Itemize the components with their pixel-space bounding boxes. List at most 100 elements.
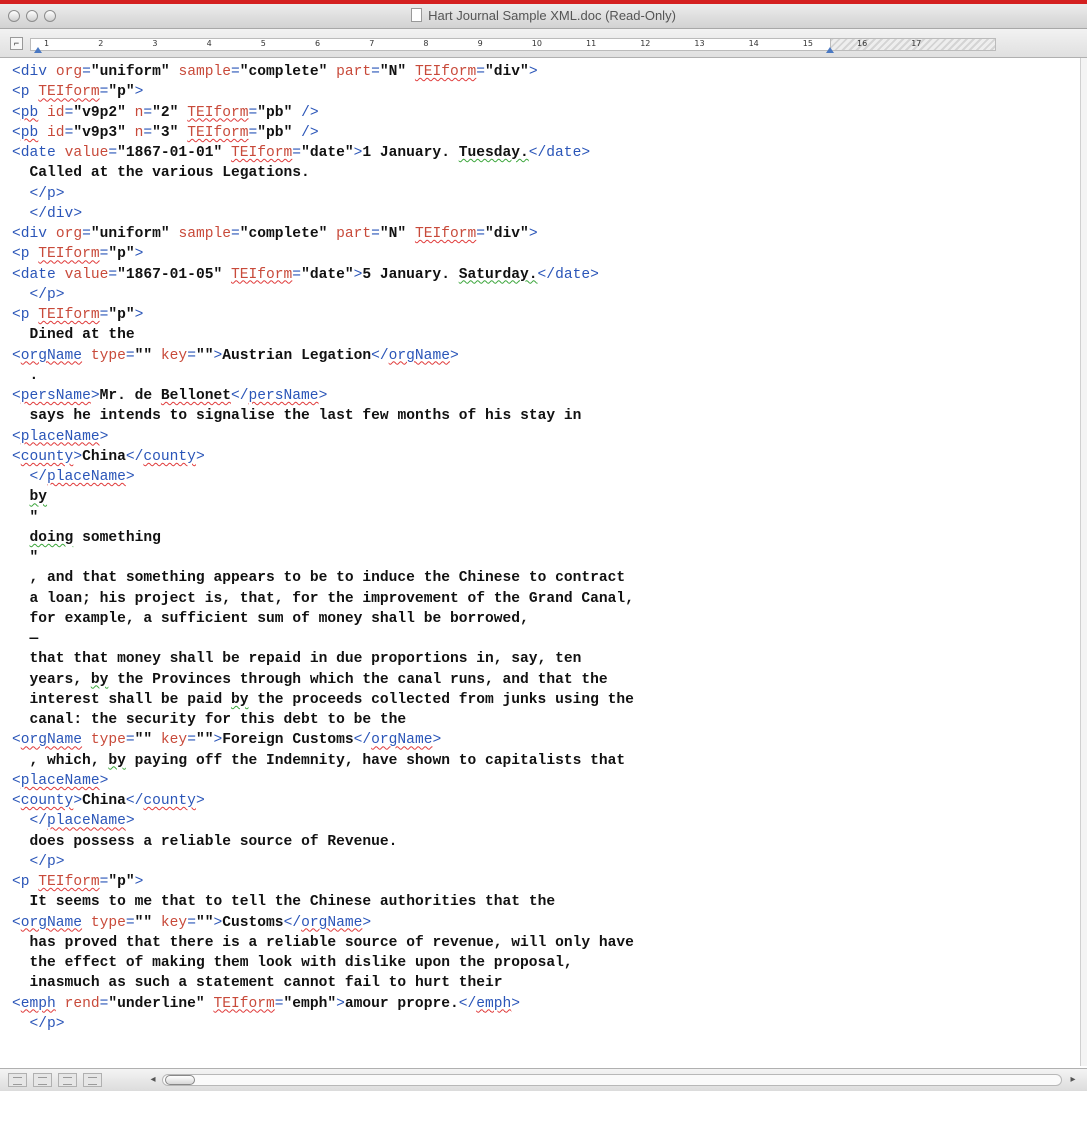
document-line[interactable]: </p> xyxy=(12,1014,1072,1034)
document-line[interactable]: <county>China</county> xyxy=(12,447,1072,467)
document-line[interactable]: <placeName> xyxy=(12,427,1072,447)
document-text: a xyxy=(248,934,258,951)
document-line[interactable]: , which, by paying off the Indemnity, ha… xyxy=(12,751,1072,771)
document-line[interactable]: years, by the Provinces through which th… xyxy=(12,670,1072,690)
document-line[interactable]: <p TEIform="p"> xyxy=(12,82,1072,102)
document-line[interactable]: <persName>Mr. de Bellonet</persName> xyxy=(12,386,1072,406)
document-text: hurt xyxy=(414,975,450,992)
draft-view-button[interactable] xyxy=(8,1073,27,1087)
document-line[interactable]: It seems to me that to tell the Chinese … xyxy=(12,892,1072,912)
document-line[interactable]: has proved that there is a reliable sour… xyxy=(12,933,1072,953)
right-indent-marker[interactable] xyxy=(826,47,834,53)
document-line[interactable]: </div> xyxy=(12,204,1072,224)
ruler[interactable]: ⌐ 1 2 3 4 5 6 7 8 9 10 11 12 13 14 15 16 17 xyxy=(0,29,1087,58)
left-indent-marker[interactable] xyxy=(34,47,42,53)
document-line[interactable]: </p> xyxy=(12,852,1072,872)
document-line[interactable]: </placeName> xyxy=(12,811,1072,831)
document-line[interactable]: <div org="uniform" sample="complete" par… xyxy=(12,224,1072,244)
document-text: collected xyxy=(371,691,450,708)
document-line[interactable]: <date value="1867-01-05" TEIform="date">… xyxy=(12,265,1072,285)
document-line[interactable]: <emph rend="underline" TEIform="emph">am… xyxy=(12,994,1072,1014)
xml-tag: < xyxy=(12,145,21,161)
document-line[interactable]: " xyxy=(12,548,1072,568)
xml-attr-value: "div" xyxy=(485,64,529,80)
document-line[interactable]: the effect of making them look with disl… xyxy=(12,953,1072,973)
document-line[interactable]: Called at the various Legations. xyxy=(12,163,1072,183)
vertical-scrollbar[interactable] xyxy=(1080,58,1087,1066)
document-text: last xyxy=(318,408,354,425)
ruler-number: 16 xyxy=(857,39,868,48)
document-line[interactable]: a loan; his project is, that, for the im… xyxy=(12,589,1072,609)
document-text xyxy=(292,955,301,971)
document-line[interactable]: " xyxy=(12,508,1072,528)
document-line[interactable]: inasmuch as such a statement cannot fail… xyxy=(12,973,1072,993)
document-line[interactable]: <county>China</county> xyxy=(12,791,1072,811)
xml-attr-value: "2" xyxy=(152,104,179,121)
document-line[interactable]: Dined at the xyxy=(12,325,1072,345)
document-text: possess xyxy=(73,833,135,850)
document-line[interactable]: <div org="uniform" sample="complete" par… xyxy=(12,62,1072,82)
document-text xyxy=(12,530,30,546)
scroll-left-arrow-icon[interactable]: ◂ xyxy=(146,1072,160,1087)
xml-attr-value: "1867-01-01" xyxy=(117,145,223,161)
document-line[interactable]: does possess a reliable source of Revenu… xyxy=(12,832,1072,852)
print-layout-view-button[interactable] xyxy=(83,1073,102,1087)
xml-attr-name: TEIform xyxy=(213,995,275,1012)
document-line[interactable]: says he intends to signalise the last fe… xyxy=(12,406,1072,426)
document-text xyxy=(126,753,135,769)
document-text: for xyxy=(29,610,56,627)
document-text: that xyxy=(160,894,196,911)
document-line[interactable]: <p TEIform="p"> xyxy=(12,872,1072,892)
document-text xyxy=(546,692,555,708)
document-line[interactable]: </p> xyxy=(12,285,1072,305)
document-line[interactable]: </placeName> xyxy=(12,467,1072,487)
document-text: shall xyxy=(169,651,214,668)
horizontal-scroll-thumb[interactable] xyxy=(165,1075,195,1085)
xml-attr-name: TEIform xyxy=(38,307,100,323)
tab-selector-button[interactable]: ⌐ xyxy=(10,37,23,50)
document-line[interactable]: doing something xyxy=(12,528,1072,548)
document-line[interactable]: <pb id="v9p2" n="2" TEIform="pb" /> xyxy=(12,103,1072,123)
document-line[interactable]: for example, a sufficient sum of money s… xyxy=(12,609,1072,629)
document-line[interactable]: — xyxy=(12,629,1072,649)
document-body[interactable]: <div org="uniform" sample="complete" par… xyxy=(12,62,1072,1067)
publishing-view-button[interactable] xyxy=(58,1073,77,1087)
document-text xyxy=(275,408,284,424)
xml-tag: </ xyxy=(458,995,477,1012)
document-line[interactable]: . xyxy=(12,366,1072,386)
document-line[interactable]: canal: the security for this debt to be … xyxy=(12,710,1072,730)
document-line[interactable]: <orgName type="" key="">Austrian Legatio… xyxy=(12,346,1072,366)
document-text: his xyxy=(485,408,512,425)
document-line[interactable]: , and that something appears to be to in… xyxy=(12,568,1072,588)
window-titlebar[interactable]: Hart Journal Sample XML.doc (Read-Only) xyxy=(0,4,1087,29)
document-text: by xyxy=(108,752,126,769)
document-text: " xyxy=(12,550,39,566)
document-line[interactable]: <date value="1867-01-01" TEIform="date">… xyxy=(12,143,1072,163)
document-text: off xyxy=(195,752,223,769)
document-line[interactable]: interest shall be paid by the proceeds c… xyxy=(12,690,1072,710)
document-line[interactable]: <orgName type="" key="">Foreign Customs<… xyxy=(12,730,1072,750)
document-line[interactable]: by xyxy=(12,487,1072,507)
document-line[interactable]: <pb id="v9p3" n="3" TEIform="pb" /> xyxy=(12,123,1072,143)
document-line[interactable]: that that money shall be repaid in due p… xyxy=(12,649,1072,669)
document-text: me xyxy=(134,894,153,911)
horizontal-scrollbar[interactable] xyxy=(162,1074,1062,1086)
document-line[interactable]: <p TEIform="p"> xyxy=(12,244,1072,264)
outline-view-button[interactable] xyxy=(33,1073,52,1087)
document-text xyxy=(231,834,240,850)
document-text: fail xyxy=(344,975,380,992)
document-text: the xyxy=(257,691,284,708)
document-line[interactable]: <orgName type="" key="">Customs</orgName… xyxy=(12,913,1072,933)
document-line[interactable]: <placeName> xyxy=(12,771,1072,791)
xml-attr-name: key xyxy=(160,732,188,749)
document-line[interactable]: </p> xyxy=(12,184,1072,204)
document-text: Called xyxy=(29,165,83,182)
document-line[interactable]: <p TEIform="p"> xyxy=(12,305,1072,325)
xml-tag: p xyxy=(20,307,30,323)
xml-attr-name: id xyxy=(47,124,65,141)
scroll-right-arrow-icon[interactable]: ▸ xyxy=(1066,1072,1080,1087)
xml-tag: > xyxy=(528,226,538,242)
document-text xyxy=(38,591,47,607)
xml-tag: emph xyxy=(20,995,56,1012)
document-text: by xyxy=(230,691,249,708)
